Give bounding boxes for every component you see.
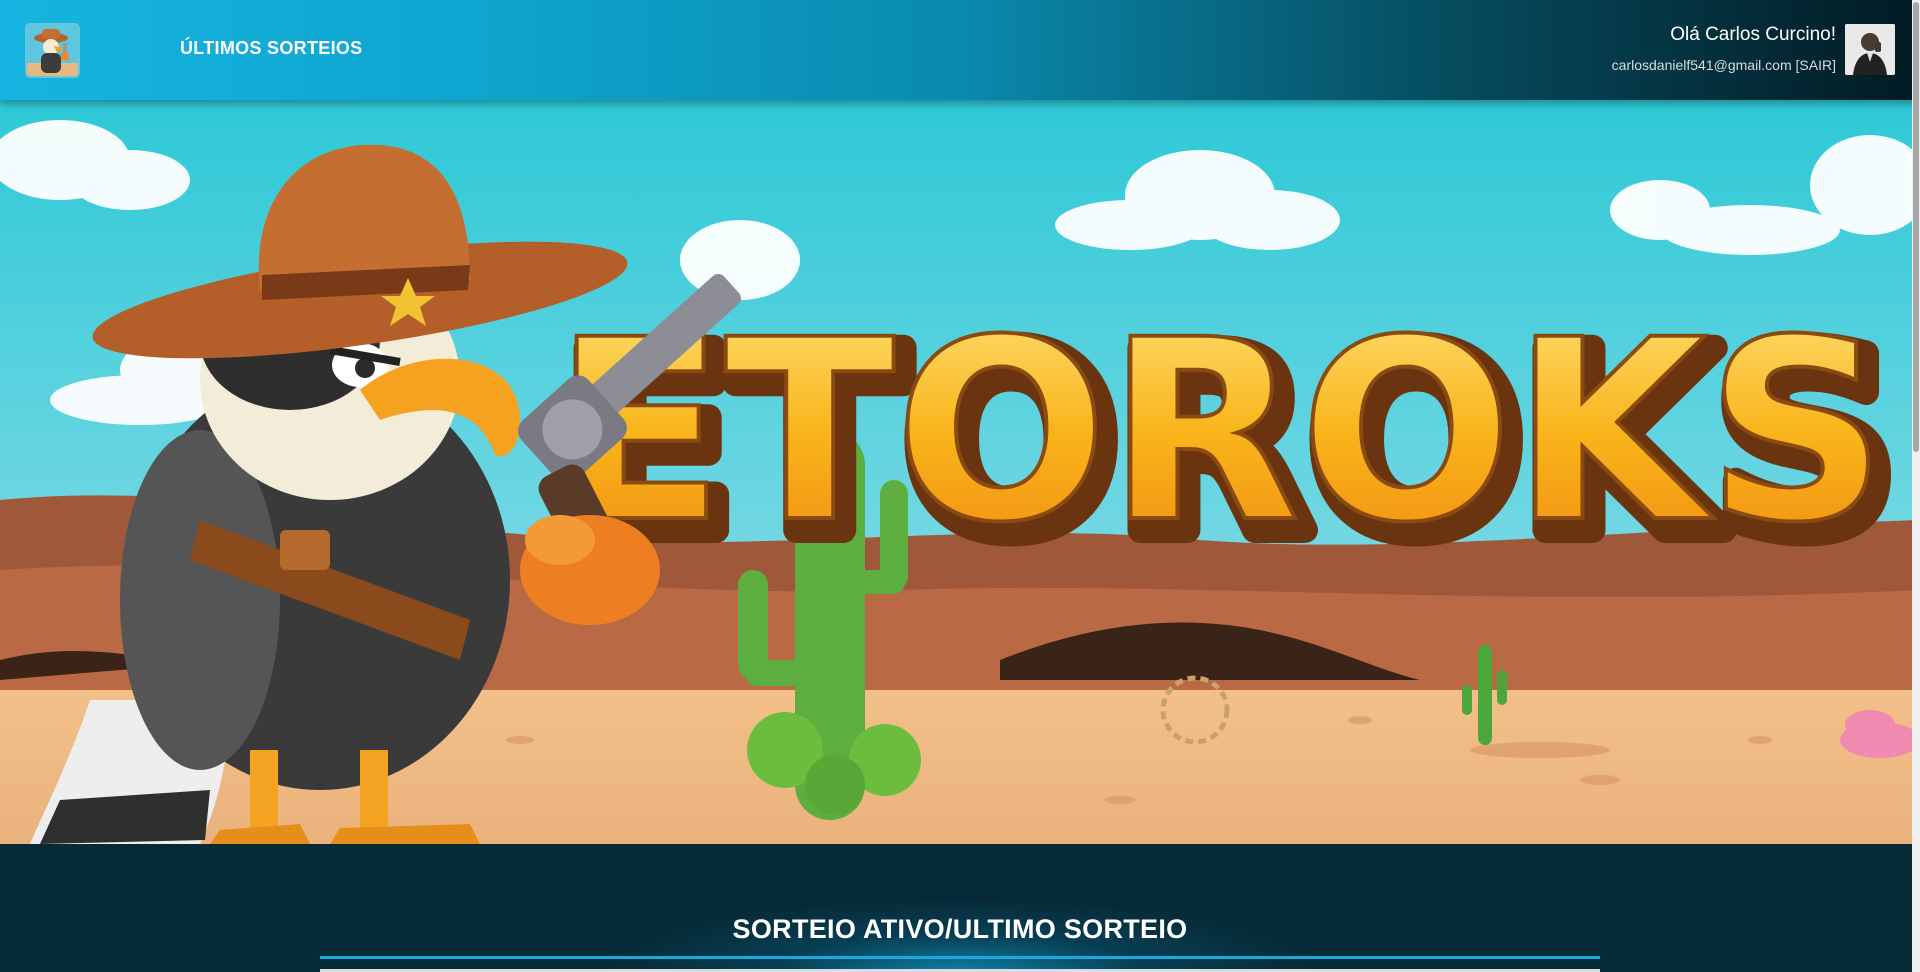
banner-title-text: ETOROKS [554, 286, 1887, 577]
section-title: SORTEIO ATIVO/ULTIMO SORTEIO [732, 914, 1188, 944]
banner-title: ETOROKS ETOROKS [551, 284, 1910, 602]
user-avatar[interactable] [1845, 24, 1895, 75]
eagle-cowboy-logo-icon [27, 25, 78, 76]
logout-link[interactable]: [SAIR] [1796, 57, 1836, 73]
nav-latest-draws[interactable]: ÚLTIMOS SORTEIOS [180, 38, 362, 59]
banner-illustration: ETOROKS ETOROKS [0, 100, 1920, 844]
user-email-line: carlosdanielf541@gmail.com [SAIR] [1612, 57, 1836, 73]
draw-section: SORTEIO ATIVO/ULTIMO SORTEIO [0, 844, 1920, 972]
user-email: carlosdanielf541@gmail.com [1611, 57, 1792, 73]
page-scrollbar[interactable] [1912, 0, 1920, 972]
section-divider [320, 956, 1600, 959]
top-header: ÚLTIMOS SORTEIOS Olá Carlos Curcino! car… [0, 0, 1920, 100]
site-logo[interactable] [25, 23, 80, 78]
hero-banner: ETOROKS ETOROKS [0, 100, 1920, 844]
user-avatar-icon [1845, 24, 1895, 75]
user-greeting: Olá Carlos Curcino! [1670, 24, 1836, 45]
scrollbar-thumb[interactable] [1913, 2, 1919, 452]
